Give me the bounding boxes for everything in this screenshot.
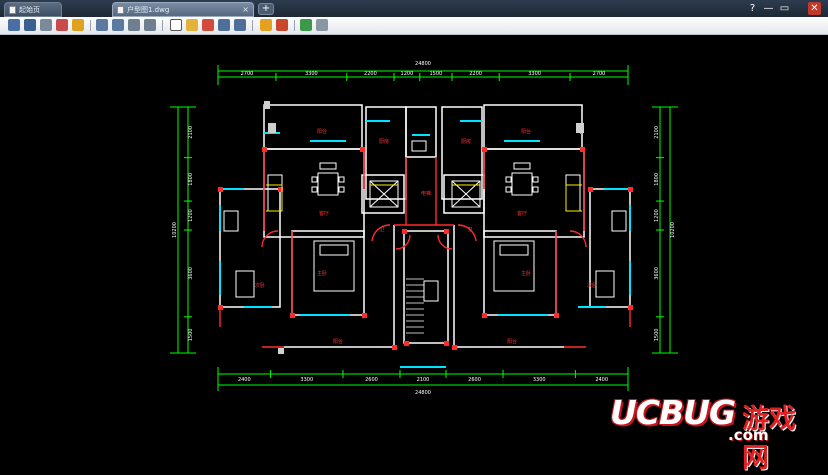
dimension-icon[interactable] xyxy=(276,19,288,31)
tab-label: 起始页 xyxy=(19,6,40,14)
redo-icon[interactable] xyxy=(234,19,246,31)
room-label: 电梯 xyxy=(421,190,431,197)
dimension-text: 1200 xyxy=(401,71,414,77)
close-button[interactable]: ✕ xyxy=(808,2,821,15)
watermark-logo: UCBUG 游戏网 .com xyxy=(610,393,820,474)
room-label: 阳台 xyxy=(333,338,343,345)
room-label: 卫 xyxy=(467,227,472,233)
dimension-text: 3300 xyxy=(528,71,541,77)
room-label: 阳台 xyxy=(317,128,327,135)
minimize-button[interactable]: — xyxy=(762,2,775,15)
tab-drawing[interactable]: 户型图1.dwg × xyxy=(112,2,254,17)
room-label: 阳台 xyxy=(521,128,531,135)
measure-icon[interactable] xyxy=(202,19,214,31)
dimension-total: 24800 xyxy=(415,390,431,396)
dimension-text: 1800 xyxy=(654,173,660,186)
home-icon xyxy=(9,6,16,14)
dimension-text: 3600 xyxy=(188,267,194,280)
room-label: 次卧 xyxy=(587,282,597,289)
dimension-text: 2200 xyxy=(469,71,482,77)
text-icon[interactable] xyxy=(260,19,272,31)
close-tab-icon[interactable]: × xyxy=(242,3,249,16)
maximize-button[interactable]: ▭ xyxy=(778,2,791,15)
dimension-text: 2100 xyxy=(188,126,194,139)
drawing-canvas[interactable]: 2700 3300 2200 1200 1500 2200 3300 2700 24800 240… xyxy=(0,35,828,474)
print-icon[interactable] xyxy=(40,19,52,31)
dimension-text: 2100 xyxy=(654,126,660,139)
line-icon[interactable] xyxy=(170,19,182,31)
tab-label: 户型图1.dwg xyxy=(127,6,170,14)
toolbar xyxy=(0,17,828,35)
room-label: 主卧 xyxy=(521,270,531,277)
dimension-text: 1800 xyxy=(188,173,194,186)
room-label: 主卧 xyxy=(317,270,327,277)
new-tab-button[interactable]: + xyxy=(258,3,274,15)
pencil-icon[interactable] xyxy=(186,19,198,31)
zoom-window-icon[interactable] xyxy=(72,19,84,31)
zoom-in-icon[interactable] xyxy=(96,19,108,31)
dimension-text: 1500 xyxy=(188,329,194,342)
dimension-text: 1200 xyxy=(654,209,660,222)
dimension-total: 24800 xyxy=(415,61,431,67)
room-label: 厨房 xyxy=(379,138,389,145)
dimension-text: 3300 xyxy=(533,377,546,383)
title-bar: 起始页 户型图1.dwg × + ? — ▭ ✕ xyxy=(0,0,828,17)
floor-plan: 2700 3300 2200 1200 1500 2200 3300 2700 24800 240… xyxy=(170,61,678,396)
room-label: 客厅 xyxy=(517,210,527,217)
save-icon[interactable] xyxy=(24,19,36,31)
zoom-extents-icon[interactable] xyxy=(144,19,156,31)
pan-icon[interactable] xyxy=(128,19,140,31)
watermark-domain: .com xyxy=(728,426,769,444)
zoom-out-icon[interactable] xyxy=(112,19,124,31)
watermark-brand: UCBUG xyxy=(610,393,736,432)
dimension-text: 2400 xyxy=(595,377,608,383)
room-label: 客厅 xyxy=(319,210,329,217)
dimension-text: 2700 xyxy=(241,71,254,77)
dimension-text: 2400 xyxy=(238,377,251,383)
dwg-file-icon xyxy=(117,6,124,14)
dimension-text: 1500 xyxy=(654,329,660,342)
toolbar-separator xyxy=(294,20,295,31)
dimension-text: 2100 xyxy=(417,377,430,383)
dimension-text: 1200 xyxy=(188,209,194,222)
dimension-text: 3600 xyxy=(654,267,660,280)
room-label: 卫 xyxy=(379,227,384,233)
dimension-text: 2600 xyxy=(468,377,481,383)
dimension-text: 2200 xyxy=(364,71,377,77)
dimension-text: 3300 xyxy=(300,377,313,383)
toolbar-separator xyxy=(162,20,163,31)
room-label: 阳台 xyxy=(507,338,517,345)
color-icon[interactable] xyxy=(300,19,312,31)
format-icon[interactable] xyxy=(316,19,328,31)
open-icon[interactable] xyxy=(8,19,20,31)
dimension-total: 10200 xyxy=(670,222,676,238)
room-label: 次卧 xyxy=(255,282,265,289)
dimension-total: 10200 xyxy=(172,222,178,238)
room-label: 厨房 xyxy=(461,138,471,145)
tab-start-page[interactable]: 起始页 xyxy=(4,2,62,17)
help-button[interactable]: ? xyxy=(746,2,759,15)
toolbar-separator xyxy=(252,20,253,31)
layers-icon[interactable] xyxy=(56,19,68,31)
undo-icon[interactable] xyxy=(218,19,230,31)
dimension-text: 2700 xyxy=(593,71,606,77)
toolbar-separator xyxy=(90,20,91,31)
dimension-text: 1500 xyxy=(430,71,443,77)
dimension-text: 3300 xyxy=(305,71,318,77)
dimension-text: 2600 xyxy=(365,377,378,383)
